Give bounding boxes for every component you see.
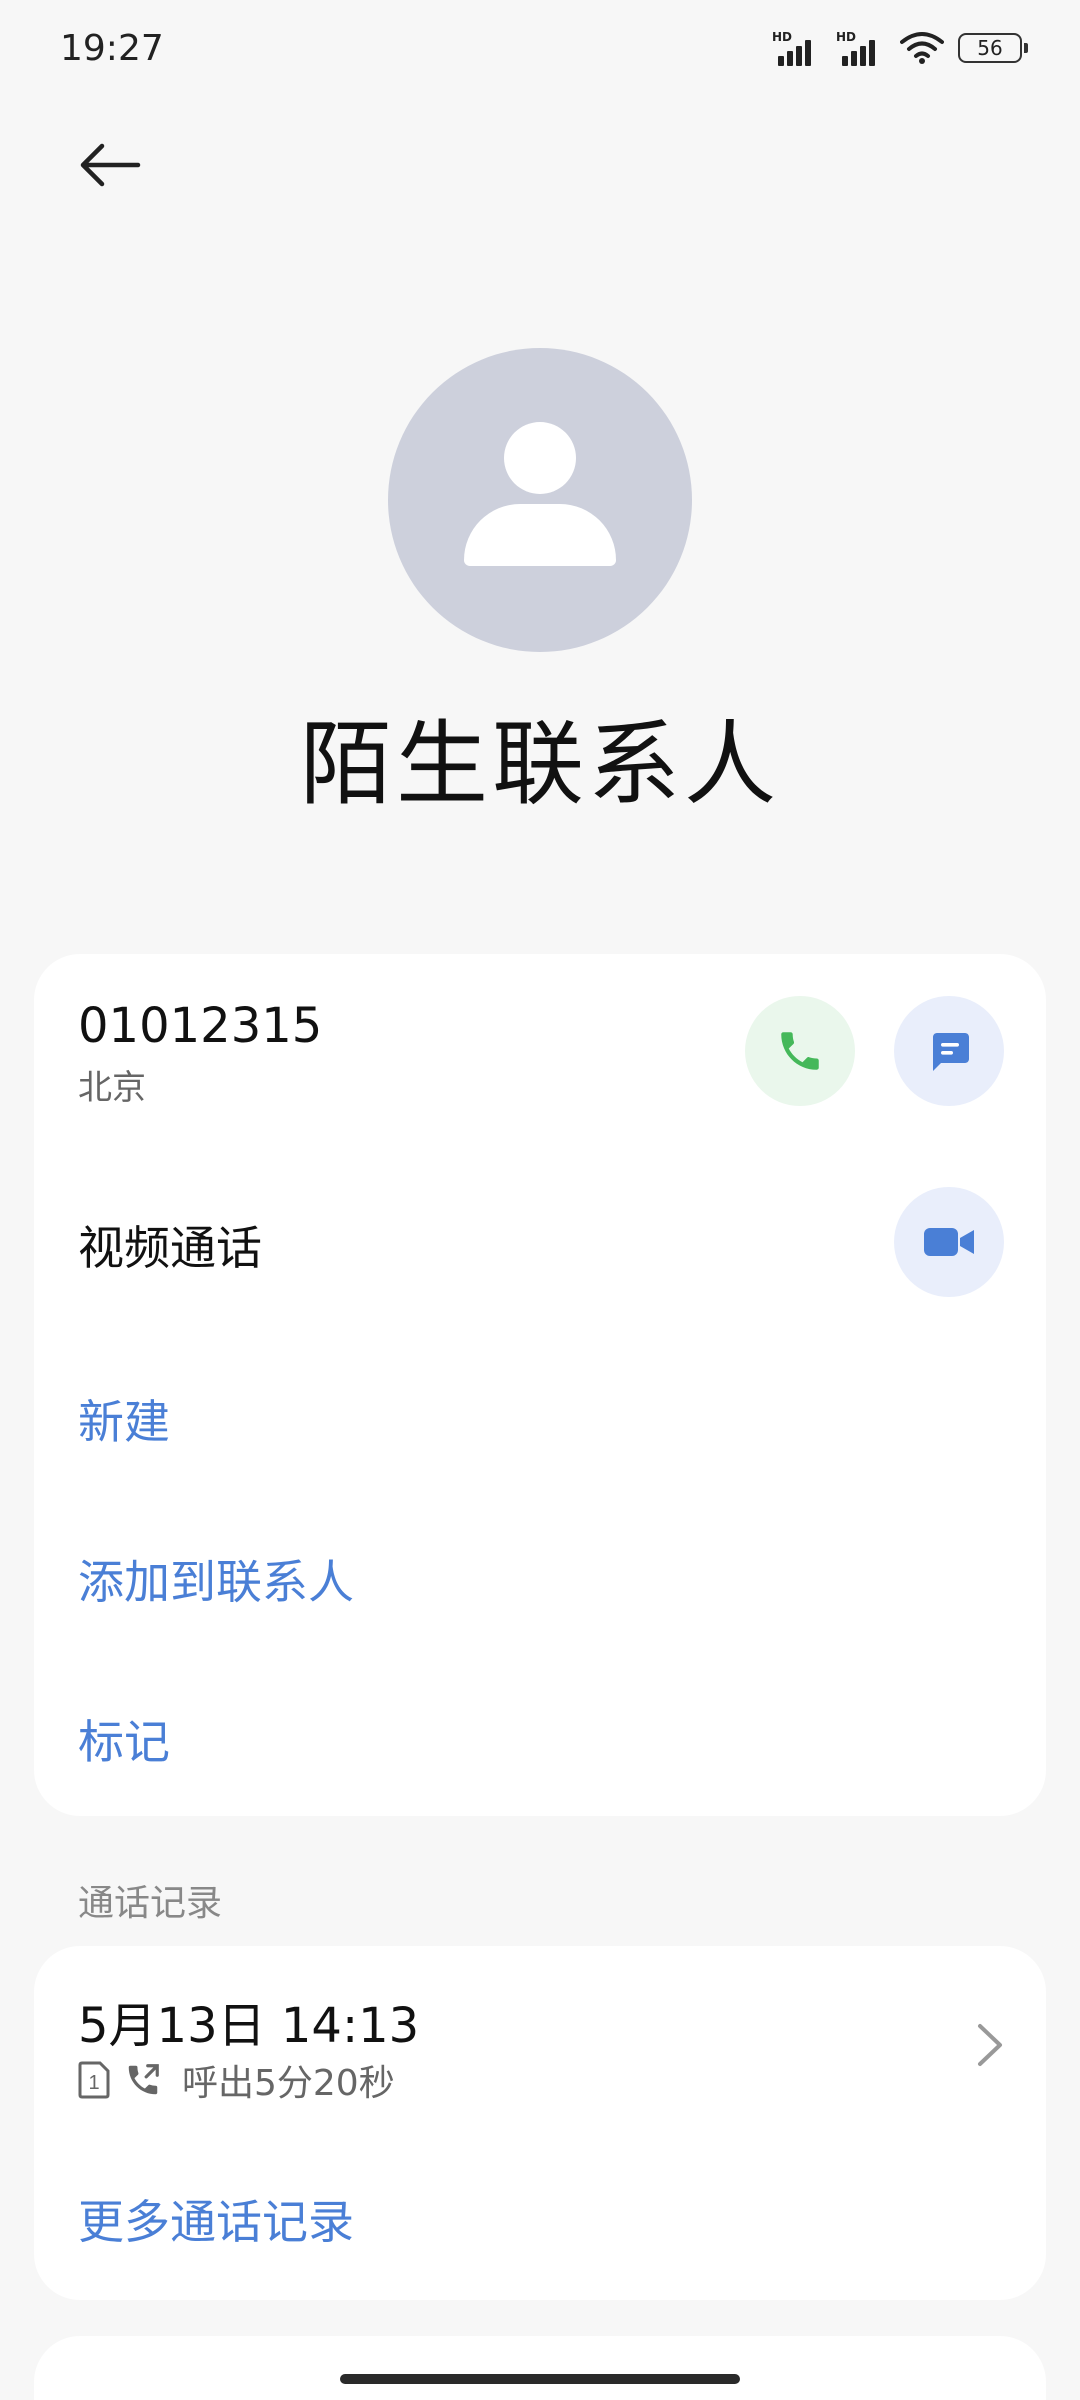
call-log-card: 5月13日 14:13 1 呼出5分20秒 更多通话记录 xyxy=(34,1946,1046,2300)
signal-icon: HD xyxy=(836,30,886,66)
person-icon xyxy=(504,422,576,494)
sim-card-icon: 1 xyxy=(78,2061,110,2099)
phone-location: 北京 xyxy=(78,1068,146,1108)
arrow-left-icon xyxy=(80,143,141,187)
call-log-section-title: 通话记录 xyxy=(78,1883,223,1924)
call-log-duration: 呼出5分20秒 xyxy=(182,2063,395,2104)
status-icons: HD HD 56 xyxy=(772,30,1028,66)
call-log-detail: 1 呼出5分20秒 xyxy=(78,2054,395,2106)
sim-number: 1 xyxy=(88,2072,99,2094)
call-button[interactable] xyxy=(745,996,855,1106)
contact-name: 陌生联系人 xyxy=(299,711,780,818)
more-call-log-link[interactable]: 更多通话记录 xyxy=(78,2186,354,2252)
signal-icon: HD xyxy=(772,30,822,66)
outgoing-call-icon xyxy=(128,2064,159,2095)
video-call-button[interactable] xyxy=(894,1187,1004,1297)
video-call-label: 视频通话 xyxy=(78,1221,262,1275)
chevron-right-icon xyxy=(978,2024,1002,2066)
battery-icon: 56 xyxy=(958,33,1028,63)
home-indicator[interactable] xyxy=(340,2374,740,2384)
battery-level: 56 xyxy=(977,36,1003,60)
wifi-icon xyxy=(900,32,944,64)
add-to-contacts-link[interactable]: 添加到联系人 xyxy=(78,1546,354,1612)
video-camera-icon xyxy=(924,1228,974,1256)
status-bar: 19:27 HD HD 56 xyxy=(0,0,1080,100)
phone-icon xyxy=(781,1032,819,1070)
contact-avatar xyxy=(388,348,692,652)
call-log-datetime: 5月13日 14:13 xyxy=(78,1998,420,2054)
message-icon xyxy=(933,1033,969,1071)
mark-number-link[interactable]: 标记 xyxy=(78,1706,170,1772)
phone-number[interactable]: 01012315 xyxy=(78,998,322,1054)
back-button[interactable] xyxy=(70,135,150,195)
message-button[interactable] xyxy=(894,996,1004,1106)
new-contact-link[interactable]: 新建 xyxy=(78,1386,170,1452)
contact-detail-screen: 19:27 HD HD 56 陌生联系人 01012315 北京 视频通话 新建… xyxy=(0,0,1080,2400)
next-card xyxy=(34,2336,1046,2400)
status-time: 19:27 xyxy=(60,28,164,69)
contact-actions-card: 01012315 北京 视频通话 新建 添加到联系人 标记 xyxy=(34,954,1046,1816)
